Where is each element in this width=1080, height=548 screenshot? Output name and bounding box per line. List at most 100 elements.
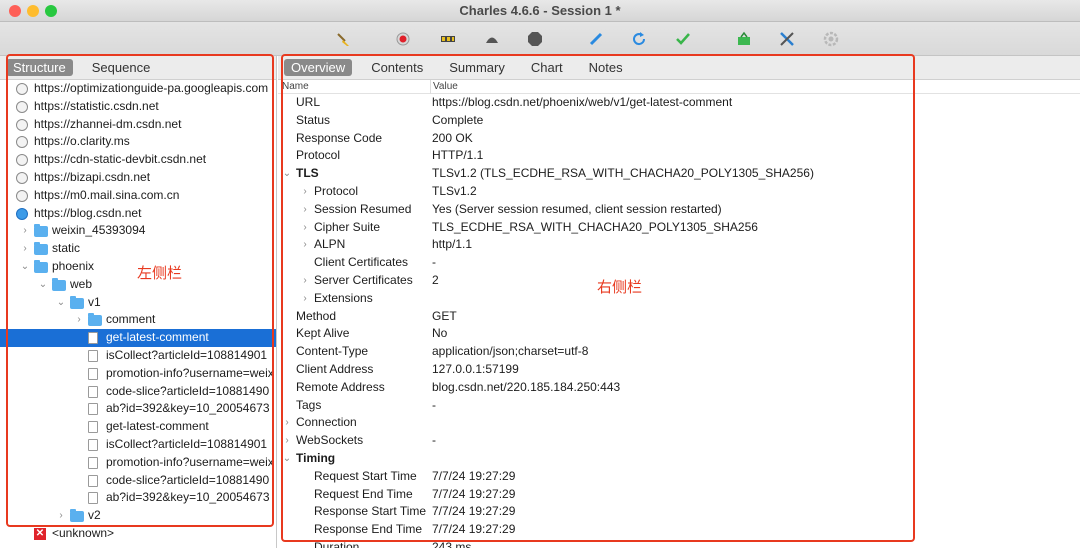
overview-row[interactable]: Client Certificates - <box>278 254 1080 272</box>
check-icon[interactable] <box>673 29 693 49</box>
chevron-right-icon[interactable]: › <box>300 201 310 219</box>
overview-row[interactable]: Content-Type application/json;charset=utf… <box>278 343 1080 361</box>
file-icon <box>88 403 98 416</box>
chevron-right-icon[interactable]: › <box>20 222 30 240</box>
overview-row-value: 243 ms <box>432 539 472 548</box>
chevron-right-icon[interactable]: › <box>300 236 310 254</box>
overview-row[interactable]: URL https://blog.csdn.net/phoenix/web/v1/… <box>278 94 1080 112</box>
throttle-icon[interactable] <box>438 29 458 49</box>
chevron-right-icon[interactable]: › <box>20 240 30 258</box>
overview-row[interactable]: Request End Time 7/7/24 19:27:29 <box>278 486 1080 504</box>
overview-row[interactable]: Status Complete <box>278 112 1080 130</box>
tree-host-item[interactable]: https://m0.mail.sina.com.cn <box>0 187 276 205</box>
overview-row-value: 7/7/24 19:27:29 <box>432 504 516 519</box>
tree-item-label: ab?id=392&key=10_20054673 <box>106 401 270 416</box>
overview-row[interactable]: Tags - <box>278 397 1080 415</box>
column-value-header[interactable]: Value <box>430 80 458 94</box>
tree-request-item[interactable]: get-latest-comment <box>0 418 276 436</box>
overview-row[interactable]: › Server Certificates 2 <box>278 272 1080 290</box>
column-name-header[interactable]: Name <box>282 80 309 94</box>
tree-host-item[interactable]: https://bizapi.csdn.net <box>0 169 276 187</box>
tree-request-item[interactable]: promotion-info?username=weix <box>0 365 276 383</box>
tab-notes[interactable]: Notes <box>582 59 630 76</box>
chevron-right-icon[interactable]: › <box>282 414 292 432</box>
tree-folder-item[interactable]: ⌄ v1 <box>0 294 276 312</box>
overview-row[interactable]: › ALPN http/1.1 <box>278 236 1080 254</box>
error-icon: ✕ <box>34 527 46 540</box>
tree-request-item[interactable]: get-latest-comment <box>0 329 276 347</box>
tree-folder-item[interactable]: › weixin_45393094 <box>0 222 276 240</box>
chevron-right-icon[interactable]: › <box>300 290 310 308</box>
chevron-down-icon[interactable]: ⌄ <box>56 294 66 312</box>
tab-chart[interactable]: Chart <box>524 59 570 76</box>
overview-row[interactable]: › WebSockets - <box>278 432 1080 450</box>
overview-row[interactable]: Response Code 200 OK <box>278 130 1080 148</box>
tree-request-item[interactable]: ab?id=392&key=10_20054673 <box>0 400 276 418</box>
tools-icon[interactable] <box>777 29 797 49</box>
chevron-down-icon[interactable]: ⌄ <box>282 450 292 468</box>
overview-row[interactable]: Client Address 127.0.0.1:57199 <box>278 361 1080 379</box>
pen-icon[interactable] <box>586 29 606 49</box>
tab-summary[interactable]: Summary <box>442 59 512 76</box>
overview-table: URL https://blog.csdn.net/phoenix/web/v1/… <box>278 94 1080 548</box>
overview-row-name: Remote Address <box>296 379 385 394</box>
tree-request-item[interactable]: code-slice?articleId=10881490 <box>0 383 276 401</box>
tab-sequence[interactable]: Sequence <box>85 59 158 76</box>
refresh-icon[interactable] <box>629 29 649 49</box>
chevron-right-icon[interactable]: › <box>282 432 292 450</box>
overview-row[interactable]: › Connection <box>278 414 1080 432</box>
tab-contents[interactable]: Contents <box>364 59 430 76</box>
tree-folder-item[interactable]: › comment <box>0 311 276 329</box>
tree-folder-item[interactable]: › v2 <box>0 507 276 525</box>
overview-row[interactable]: Request Start Time 7/7/24 19:27:29 <box>278 468 1080 486</box>
overview-row[interactable]: Kept Alive No <box>278 325 1080 343</box>
overview-row[interactable]: ⌄ Timing <box>278 450 1080 468</box>
tree-item-label: ab?id=392&key=10_20054673 <box>106 490 270 505</box>
broom-icon[interactable] <box>333 29 353 49</box>
chevron-right-icon[interactable]: › <box>74 311 84 329</box>
tree-request-item[interactable]: isCollect?articleId=108814901 <box>0 347 276 365</box>
tab-overview[interactable]: Overview <box>284 59 353 76</box>
chevron-right-icon[interactable]: › <box>300 272 310 290</box>
settings-icon[interactable] <box>821 29 841 49</box>
tree-request-item[interactable]: promotion-info?username=weix <box>0 454 276 472</box>
tree-request-item[interactable]: code-slice?articleId=10881490 <box>0 472 276 490</box>
tree-folder-item[interactable]: › static <box>0 240 276 258</box>
chevron-down-icon[interactable]: ⌄ <box>38 276 48 294</box>
overview-row[interactable]: Duration 243 ms <box>278 539 1080 548</box>
overview-row[interactable]: Response End Time 7/7/24 19:27:29 <box>278 521 1080 539</box>
tree-request-item[interactable]: ab?id=392&key=10_20054673 <box>0 489 276 507</box>
chevron-right-icon[interactable]: › <box>56 507 66 525</box>
overview-row-name: Client Certificates <box>314 255 409 270</box>
tree-host-item[interactable]: https://o.clarity.ms <box>0 133 276 151</box>
tree-host-item[interactable]: https://statistic.csdn.net <box>0 98 276 116</box>
file-icon <box>88 456 98 469</box>
overview-row[interactable]: › Session Resumed Yes (Server session resu… <box>278 201 1080 219</box>
overview-row-value: blog.csdn.net/220.185.184.250:443 <box>432 379 621 394</box>
overview-row[interactable]: Remote Address blog.csdn.net/220.185.184.… <box>278 379 1080 397</box>
tree-item-label: weixin_45393094 <box>52 223 146 238</box>
chevron-down-icon[interactable]: ⌄ <box>20 258 30 276</box>
turtle-icon[interactable] <box>482 29 502 49</box>
tree-request-item[interactable]: isCollect?articleId=108814901 <box>0 436 276 454</box>
stop-icon[interactable] <box>525 29 545 49</box>
left-tab-bar: Structure Sequence <box>0 56 276 80</box>
overview-row[interactable]: ⌄ TLS TLSv1.2 (TLS_ECDHE_RSA_WITH_CHACHA20… <box>278 165 1080 183</box>
basket-icon[interactable] <box>734 29 754 49</box>
tree-host-item[interactable]: https://zhannei-dm.csdn.net <box>0 116 276 134</box>
overview-row[interactable]: › Protocol TLSv1.2 <box>278 183 1080 201</box>
tree-request-item[interactable]: ✕ <unknown> <box>0 525 276 543</box>
tree-host-item[interactable]: https://blog.csdn.net <box>0 205 276 223</box>
overview-row[interactable]: › Cipher Suite TLS_ECDHE_RSA_WITH_CHACHA20… <box>278 219 1080 237</box>
tree-host-item[interactable]: https://cdn-static-devbit.csdn.net <box>0 151 276 169</box>
chevron-right-icon[interactable]: › <box>300 183 310 201</box>
overview-row[interactable]: › Extensions <box>278 290 1080 308</box>
chevron-right-icon[interactable]: › <box>300 219 310 237</box>
overview-row[interactable]: Protocol HTTP/1.1 <box>278 147 1080 165</box>
chevron-down-icon[interactable]: ⌄ <box>282 165 292 183</box>
overview-row[interactable]: Response Start Time 7/7/24 19:27:29 <box>278 503 1080 521</box>
record-icon[interactable] <box>393 29 413 49</box>
tree-host-item[interactable]: https://optimizationguide-pa.googleapis.… <box>0 80 276 98</box>
tab-structure[interactable]: Structure <box>6 59 73 76</box>
overview-row[interactable]: Method GET <box>278 308 1080 326</box>
